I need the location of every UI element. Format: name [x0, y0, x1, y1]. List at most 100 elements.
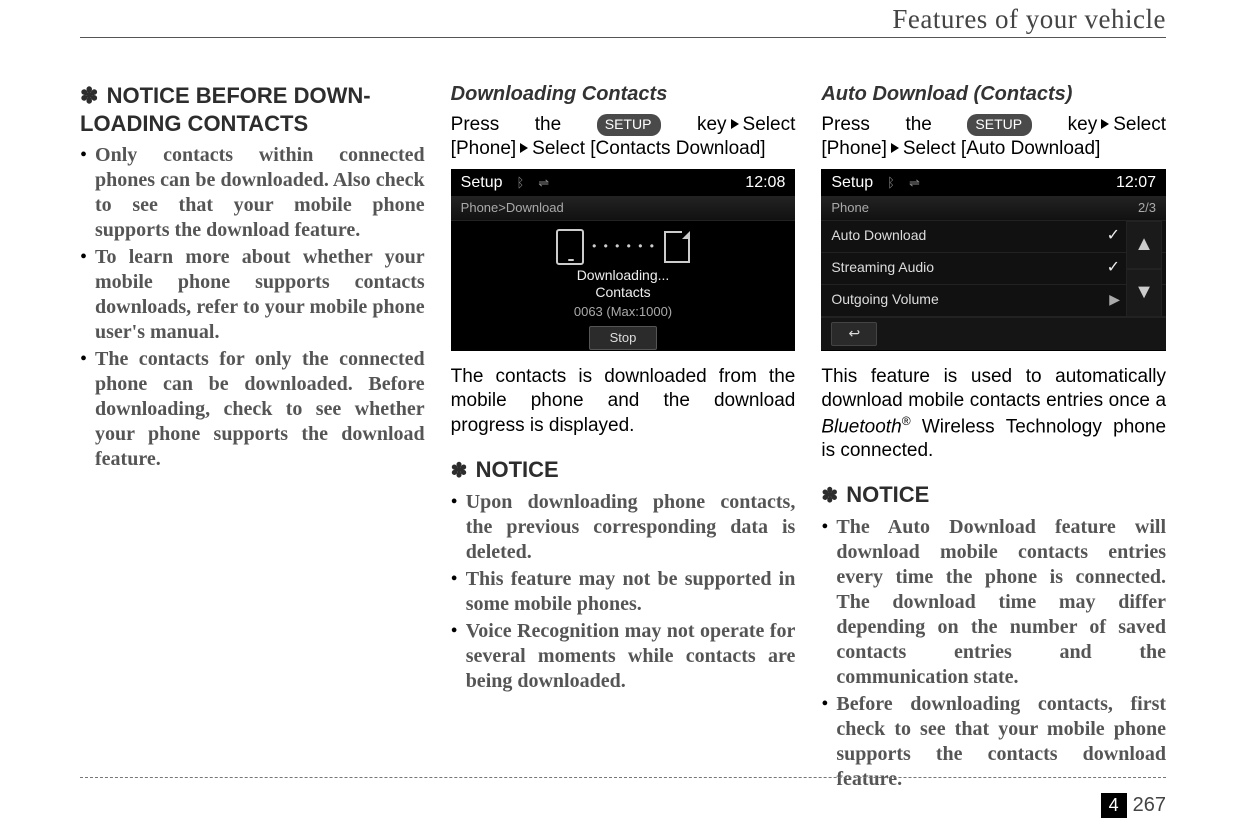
- usb-icon: ⇌: [538, 175, 548, 191]
- bullet-text: Only contacts within connected phones ca…: [95, 143, 425, 243]
- column-2: Downloading Contacts Press the SETUP key…: [451, 82, 796, 768]
- asterisk-icon: ✽: [80, 83, 98, 108]
- clock: 12:07: [1116, 173, 1156, 193]
- setup-key-pill: SETUP: [597, 114, 662, 136]
- list-item: •Upon downloading phone contacts, the pr…: [451, 490, 796, 565]
- asterisk-icon: ✽: [451, 460, 468, 482]
- triangle-icon: [731, 119, 739, 129]
- screen-topbar: Setup ᛒ ⇌ 12:08: [451, 169, 796, 197]
- press-line: Press the SETUP key Select [Phone] Select …: [451, 113, 796, 161]
- icon-row: • • • • • •: [451, 229, 796, 265]
- usb-icon: ⇌: [909, 175, 919, 191]
- press-text-post: key: [1068, 114, 1098, 135]
- list-item: •Only contacts within connected phones c…: [80, 143, 425, 243]
- screen-topbar: Setup ᛒ ⇌ 12:07: [821, 169, 1166, 197]
- scroll-down-button[interactable]: ▼: [1126, 269, 1162, 317]
- crumb-text: Phone: [831, 200, 869, 216]
- breadcrumb: Phone 2/3: [821, 197, 1166, 220]
- page: Features of your vehicle ✽ NOTICE BEFORE…: [0, 0, 1238, 838]
- bluetooth-icon: ᛒ: [516, 175, 524, 191]
- bullet-text: Upon downloading phone contacts, the pre…: [466, 490, 796, 565]
- list-item: •The Auto Download feature will download…: [821, 515, 1166, 690]
- settings-rows: Auto Download ✓ Streaming Audio ✓ Outgoi…: [821, 221, 1166, 317]
- press-text-pre: Press the: [451, 114, 562, 135]
- notice-title-2: ✽ NOTICE: [451, 456, 796, 484]
- setup-key-pill: SETUP: [967, 114, 1032, 136]
- section-heading-auto: Auto Download (Contacts): [821, 82, 1166, 107]
- check-icon: ✓: [1107, 226, 1120, 246]
- counter-label: 0063 (Max:1000): [451, 304, 796, 320]
- col1-bullets: •Only contacts within connected phones c…: [80, 143, 425, 472]
- back-bar: ↩: [821, 317, 1166, 350]
- breadcrumb: Phone>Download: [451, 197, 796, 220]
- press-text-pre: Press the: [821, 114, 932, 135]
- header-title: Features of your vehicle: [892, 4, 1166, 35]
- press-text-post: key: [697, 114, 727, 135]
- row-streaming-audio[interactable]: Streaming Audio ✓: [821, 253, 1166, 285]
- row-label: Auto Download: [831, 227, 926, 245]
- stop-button[interactable]: Stop: [589, 326, 658, 350]
- triangle-icon: [520, 143, 528, 153]
- notice-title-1: ✽ NOTICE BEFORE DOWN-LOADING CONTACTS: [80, 82, 425, 137]
- body-pre: This feature is used to automatically do…: [821, 366, 1166, 411]
- page-indicator: 2/3: [1138, 200, 1156, 216]
- triangle-icon: [1101, 119, 1109, 129]
- download-panel: • • • • • • Downloading... Contacts 0063…: [451, 221, 796, 351]
- clock: 12:08: [745, 173, 785, 193]
- notice-title-text: NOTICE BEFORE DOWN-LOADING CONTACTS: [80, 83, 371, 136]
- scroll-up-button[interactable]: ▲: [1126, 221, 1162, 269]
- col3-notice-bullets: •The Auto Download feature will download…: [821, 515, 1166, 792]
- contacts-label: Contacts: [451, 284, 796, 302]
- bullet-icon: •: [80, 347, 87, 472]
- body-text-download: The contacts is downloaded from the mobi…: [451, 365, 796, 437]
- bullet-icon: •: [80, 143, 87, 243]
- bullet-icon: •: [80, 245, 87, 345]
- back-button[interactable]: ↩: [831, 322, 877, 346]
- section-heading-downloading: Downloading Contacts: [451, 82, 796, 107]
- bullet-text: Voice Recognition may not operate for se…: [466, 619, 796, 694]
- bullet-text: The Auto Download feature will download …: [836, 515, 1166, 690]
- footer-rule: [80, 777, 1166, 778]
- list-item: •This feature may not be supported in so…: [451, 567, 796, 617]
- bullet-icon: •: [451, 619, 458, 694]
- page-number-text: 267: [1133, 794, 1166, 817]
- notice-title-3: ✽ NOTICE: [821, 481, 1166, 509]
- row-label: Outgoing Volume: [831, 291, 938, 309]
- bullet-text: This feature may not be supported in som…: [466, 567, 796, 617]
- row-auto-download[interactable]: Auto Download ✓: [821, 221, 1166, 253]
- bullet-icon: •: [451, 490, 458, 565]
- triangle-icon: [891, 143, 899, 153]
- press-line: Press the SETUP key Select [Phone] Select …: [821, 113, 1166, 161]
- bullet-icon: •: [451, 567, 458, 617]
- body-text-auto: This feature is used to automatically do…: [821, 365, 1166, 463]
- bullet-icon: •: [821, 515, 828, 690]
- content-columns: ✽ NOTICE BEFORE DOWN-LOADING CONTACTS •O…: [80, 82, 1166, 768]
- row-label: Streaming Audio: [831, 259, 934, 277]
- line2-phone: [Phone]: [451, 138, 517, 159]
- check-icon: ✓: [1107, 258, 1120, 278]
- screenshot-auto-download: Setup ᛒ ⇌ 12:07 Phone 2/3 Auto Download …: [821, 169, 1166, 351]
- screen-title: Setup: [461, 173, 503, 193]
- line2-rest: Select [Auto Download]: [903, 138, 1101, 159]
- line2-rest: Select [Contacts Download]: [532, 138, 765, 159]
- list-item: •The contacts for only the connected pho…: [80, 347, 425, 472]
- screen-title: Setup: [831, 173, 873, 193]
- status-icons: ᛒ ⇌: [516, 175, 745, 191]
- status-icons: ᛒ ⇌: [887, 175, 1116, 191]
- select-text: Select: [743, 114, 796, 135]
- column-1: ✽ NOTICE BEFORE DOWN-LOADING CONTACTS •O…: [80, 82, 425, 768]
- select-text: Select: [1113, 114, 1166, 135]
- notice-title-text: NOTICE: [846, 482, 929, 507]
- bullet-text: The contacts for only the connected phon…: [95, 347, 425, 472]
- notice-title-text: NOTICE: [476, 457, 559, 482]
- chevron-right-icon: ▶: [1109, 291, 1120, 309]
- line2-phone: [Phone]: [821, 138, 887, 159]
- row-outgoing-volume[interactable]: Outgoing Volume ▶: [821, 285, 1166, 317]
- col2-notice-bullets: •Upon downloading phone contacts, the pr…: [451, 490, 796, 694]
- screenshot-downloading: Setup ᛒ ⇌ 12:08 Phone>Download • • • • •…: [451, 169, 796, 351]
- bluetooth-icon: ᛒ: [887, 175, 895, 191]
- downloading-label: Downloading...: [451, 267, 796, 285]
- bullet-text: To learn more about whether your mobile …: [95, 245, 425, 345]
- chapter-number: 4: [1101, 793, 1127, 818]
- page-number: 4 267: [1101, 793, 1166, 818]
